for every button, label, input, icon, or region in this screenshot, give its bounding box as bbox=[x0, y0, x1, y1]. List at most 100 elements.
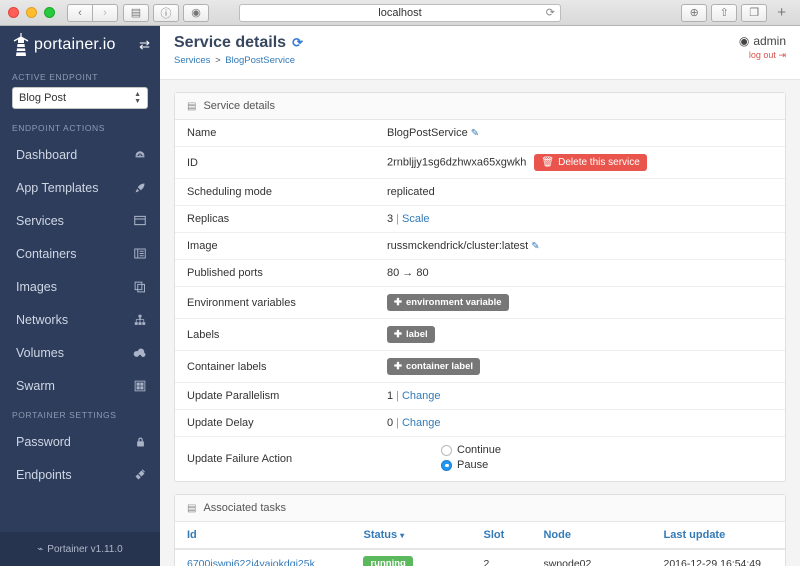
task-slot-cell: 2 bbox=[471, 549, 531, 566]
sidebar-item-containers[interactable]: Containers bbox=[0, 237, 160, 270]
panel-list-icon: ▤ bbox=[187, 503, 196, 514]
radio-option-continue[interactable]: Continue bbox=[441, 444, 773, 456]
column-header-id[interactable]: Id bbox=[175, 522, 351, 549]
breadcrumb-services-link[interactable]: Services bbox=[174, 55, 210, 66]
radio-label: Pause bbox=[457, 459, 488, 471]
delete-service-button[interactable]: 🗑Delete this service bbox=[534, 154, 646, 171]
close-window-button[interactable] bbox=[8, 7, 19, 18]
row-key: ID bbox=[175, 147, 375, 179]
minimize-window-button[interactable] bbox=[26, 7, 37, 18]
share-icon[interactable]: ⇧ bbox=[711, 4, 737, 22]
sidebar-item-app-templates[interactable]: App Templates bbox=[0, 171, 160, 204]
sidebar-item-dashboard[interactable]: Dashboard bbox=[0, 138, 160, 171]
plus-icon: ✚ bbox=[394, 329, 402, 340]
row-key: Scheduling mode bbox=[175, 179, 375, 206]
add-label-button[interactable]: ✚label bbox=[387, 326, 435, 343]
user-name-text: admin bbox=[753, 34, 786, 48]
endpoint-actions-label: ENDPOINT ACTIONS bbox=[0, 115, 160, 138]
failure-action-options: Continue Pause bbox=[387, 444, 773, 471]
sidebar-item-label: Images bbox=[16, 280, 57, 294]
table-row: Published ports 80 → 80 bbox=[175, 260, 785, 287]
rocket-icon bbox=[134, 182, 146, 194]
radio-icon[interactable] bbox=[441, 445, 452, 456]
radio-option-pause[interactable]: Pause bbox=[441, 459, 773, 471]
logout-button[interactable]: log out ⇥ bbox=[739, 50, 786, 61]
column-header-slot[interactable]: Slot bbox=[471, 522, 531, 549]
edit-name-icon[interactable]: ✎ bbox=[471, 128, 479, 139]
column-header-node[interactable]: Node bbox=[531, 522, 651, 549]
version-text: Portainer v1.11.0 bbox=[47, 544, 122, 555]
lock-icon bbox=[135, 436, 146, 448]
sidebar-item-password[interactable]: Password bbox=[0, 425, 160, 458]
sidebar-item-label: Endpoints bbox=[16, 468, 72, 482]
show-tabs-icon[interactable]: ❐ bbox=[741, 4, 767, 22]
table-row: Image russmckendrick/cluster:latest✎ bbox=[175, 233, 785, 260]
row-key: Update Failure Action bbox=[175, 437, 375, 482]
column-header-last-update[interactable]: Last update bbox=[651, 522, 785, 549]
sidebar-item-networks[interactable]: Networks bbox=[0, 303, 160, 336]
sidebar-item-images[interactable]: Images bbox=[0, 270, 160, 303]
refresh-page-icon[interactable]: ◉ bbox=[183, 4, 209, 22]
table-row: ID 2rnbljjy1sg6dzhwxa65xgwkh🗑Delete this… bbox=[175, 147, 785, 179]
url-text: localhost bbox=[378, 7, 421, 19]
reader-icon[interactable]: ⓘ bbox=[153, 4, 179, 22]
table-row: Scheduling mode replicated bbox=[175, 179, 785, 206]
back-icon[interactable]: ‹ bbox=[67, 4, 93, 22]
forward-icon[interactable]: › bbox=[92, 4, 118, 22]
sidebar-item-services[interactable]: Services bbox=[0, 204, 160, 237]
scale-link[interactable]: Scale bbox=[402, 213, 430, 225]
active-endpoint-label: ACTIVE ENDPOINT bbox=[0, 64, 160, 87]
change-parallelism-link[interactable]: Change bbox=[402, 390, 441, 402]
task-id-link[interactable]: 6700jswpj622i4yajokdqi25k bbox=[187, 558, 315, 566]
table-row: Update Parallelism 1|Change bbox=[175, 383, 785, 410]
row-key: Replicas bbox=[175, 206, 375, 233]
edit-image-icon[interactable]: ✎ bbox=[531, 241, 539, 252]
sidebar: portainer.io ⇄ ACTIVE ENDPOINT Blog Post… bbox=[0, 26, 160, 566]
add-environment-variable-button[interactable]: ✚environment variable bbox=[387, 294, 509, 311]
plus-icon: ✚ bbox=[394, 361, 402, 372]
table-row: Name BlogPostService✎ bbox=[175, 120, 785, 147]
table-row: Labels ✚label bbox=[175, 319, 785, 351]
add-container-label-button[interactable]: ✚container label bbox=[387, 358, 480, 375]
tasks-table-body: 6700jswpj622i4yajokdqi25k running 2 swno… bbox=[175, 549, 785, 566]
change-delay-link[interactable]: Change bbox=[402, 417, 441, 429]
window-controls[interactable] bbox=[8, 7, 55, 18]
update-delay-value: 0 bbox=[387, 417, 393, 429]
radio-icon[interactable] bbox=[441, 460, 452, 471]
status-badge: running bbox=[363, 556, 412, 566]
service-details-panel-header: ▤ Service details bbox=[175, 93, 785, 120]
sidebar-toggle-icon[interactable]: ▤ bbox=[123, 4, 149, 22]
published-ports-value: 80 → 80 bbox=[375, 260, 785, 287]
breadcrumb-current: BlogPostService bbox=[225, 55, 295, 66]
reload-icon[interactable]: ⟳ bbox=[546, 6, 555, 19]
column-header-status-label: Status bbox=[363, 529, 397, 541]
associated-tasks-panel-header: ▤ Associated tasks bbox=[175, 495, 785, 522]
portainer-footer-icon: ⌁ bbox=[37, 544, 43, 555]
maximize-window-button[interactable] bbox=[44, 7, 55, 18]
row-key: Container labels bbox=[175, 351, 375, 383]
user-name: ◉ admin bbox=[739, 34, 786, 48]
user-avatar-icon: ◉ bbox=[739, 34, 749, 48]
column-header-status[interactable]: Status ▾ bbox=[351, 522, 471, 549]
sidebar-item-label: Swarm bbox=[16, 379, 55, 393]
download-icon[interactable]: ⊕ bbox=[681, 4, 707, 22]
tasks-table: Id Status ▾ Slot Node Last update bbox=[175, 522, 785, 566]
new-tab-icon[interactable]: + bbox=[771, 4, 792, 21]
portainer-settings-label: PORTAINER SETTINGS bbox=[0, 402, 160, 425]
row-value: 3|Scale bbox=[375, 206, 785, 233]
endpoint-select[interactable]: Blog Post ▲▼ bbox=[12, 87, 148, 109]
address-bar[interactable]: localhost ⟳ bbox=[239, 4, 561, 22]
table-row: Container labels ✚container label bbox=[175, 351, 785, 383]
sidebar-item-swarm[interactable]: Swarm bbox=[0, 369, 160, 402]
sidebar-item-volumes[interactable]: Volumes bbox=[0, 336, 160, 369]
task-id-cell: 6700jswpj622i4yajokdqi25k bbox=[175, 549, 351, 566]
row-value: ✚container label bbox=[375, 351, 785, 383]
sitemap-icon bbox=[134, 314, 146, 326]
refresh-icon[interactable]: ⟳ bbox=[292, 35, 303, 51]
sidebar-collapse-toggle-icon[interactable]: ⇄ bbox=[139, 37, 150, 53]
navigation-buttons[interactable]: ‹ › bbox=[67, 4, 118, 22]
sidebar-item-endpoints[interactable]: Endpoints bbox=[0, 458, 160, 491]
row-value: russmckendrick/cluster:latest✎ bbox=[375, 233, 785, 260]
separator: | bbox=[396, 390, 399, 402]
lighthouse-logo-icon bbox=[10, 32, 32, 58]
